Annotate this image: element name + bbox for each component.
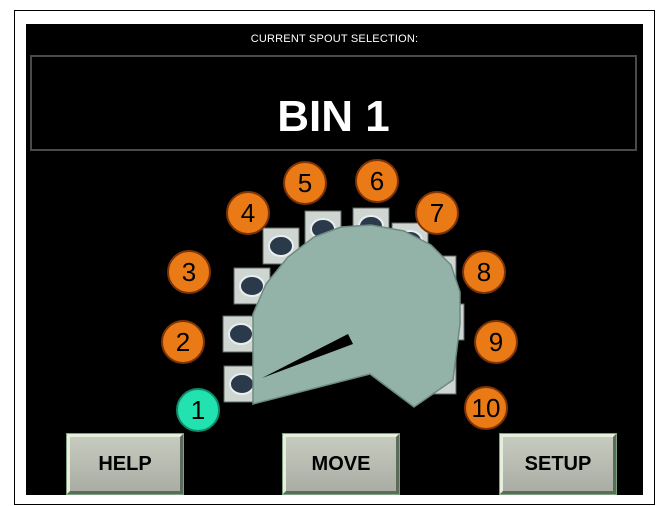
spout-button-2[interactable]: 2 (161, 320, 205, 364)
spout-button-label: 8 (477, 257, 491, 287)
spout-button-6[interactable]: 6 (355, 159, 399, 203)
spout-button-5[interactable]: 5 (283, 161, 327, 205)
spout-button-3[interactable]: 3 (167, 250, 211, 294)
spout-button-4[interactable]: 4 (226, 191, 270, 235)
spout-button-label: 6 (370, 166, 384, 196)
hmi-screen: CURRENT SPOUT SELECTION: BIN 1 123456789… (26, 24, 643, 495)
spout-button-label: 7 (430, 198, 444, 228)
move-button[interactable]: MOVE (283, 434, 399, 494)
help-button[interactable]: HELP (67, 434, 183, 494)
spout-button-7[interactable]: 7 (415, 191, 459, 235)
spout-button-label: 3 (182, 257, 196, 287)
spout-button-label: 9 (489, 327, 503, 357)
spout-button-9[interactable]: 9 (474, 320, 518, 364)
spout-button-label: 10 (472, 393, 501, 423)
spout-button-10[interactable]: 10 (464, 386, 508, 430)
spout-button-label: 1 (191, 395, 205, 425)
spout-turret-diagram: 1 2 3 4 5 6 7 8 9 10 (161, 159, 518, 432)
spout-button-label: 4 (241, 198, 255, 228)
spout-button-label: 2 (176, 327, 190, 357)
setup-button[interactable]: SETUP (500, 434, 616, 494)
spout-button-label: 5 (298, 168, 312, 198)
spout-button-8[interactable]: 8 (462, 250, 506, 294)
spout-button-1[interactable]: 1 (176, 388, 220, 432)
